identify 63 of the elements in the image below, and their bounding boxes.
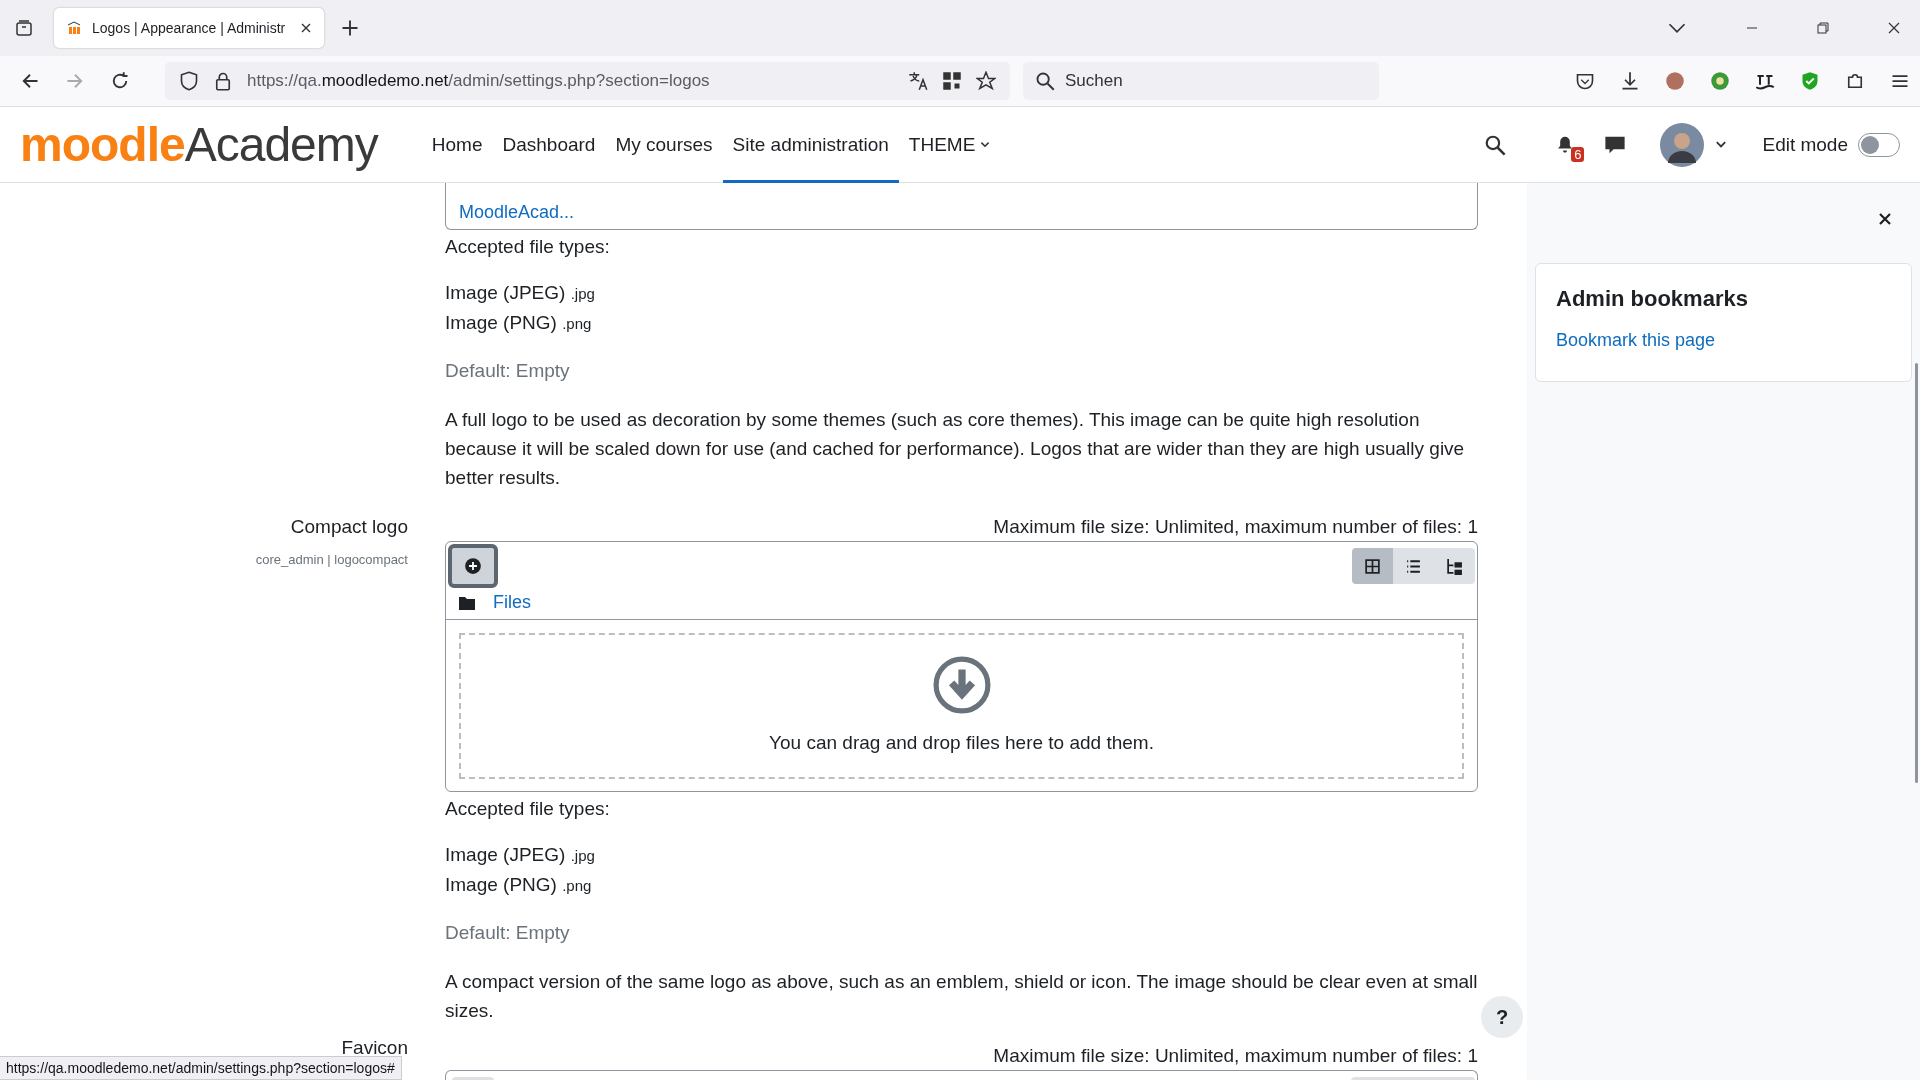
drop-hint-text: You can drag and drop files here to add them. <box>769 730 1154 755</box>
edit-mode-toggle[interactable] <box>1858 132 1900 157</box>
shield-icon[interactable] <box>179 71 199 91</box>
url-text[interactable]: https://qa.moodledemo.net/admin/settings.php?section=logos <box>247 71 710 91</box>
accepted-types-label: Accepted file types: <box>445 797 611 821</box>
nav-dropdown[interactable]: THEME <box>898 106 1002 183</box>
tree-view-button[interactable] <box>1434 548 1475 584</box>
edit-mode-label: Edit mode <box>1762 133 1848 156</box>
address-bar[interactable]: https://qa.moodledemo.net/admin/settings.php?section=logos <box>165 62 1010 100</box>
reload-icon[interactable] <box>110 71 130 91</box>
accepted-types-label: Accepted file types: <box>445 235 611 259</box>
new-tab-icon[interactable] <box>340 18 360 38</box>
restore-icon[interactable] <box>1815 20 1831 36</box>
file-type-text: Image (PNG) .png <box>445 873 593 897</box>
nav-link[interactable]: My courses <box>605 106 723 183</box>
nav-link[interactable]: Dashboard <box>492 106 606 183</box>
setting-code: core_admin | logocompact <box>254 552 408 567</box>
bookmark-link[interactable]: Bookmark this page <box>1556 330 1716 350</box>
notification-count: 6 <box>1571 146 1585 162</box>
nav-link[interactable]: Home <box>421 106 493 183</box>
file-type-text: Image (PNG) .png <box>445 311 593 335</box>
download-icon[interactable] <box>1620 71 1640 91</box>
file-type-text: Image (JPEG) .jpg <box>445 281 596 305</box>
star-icon[interactable] <box>976 71 996 91</box>
back-icon[interactable] <box>20 71 40 91</box>
status-url: https://qa.moodledemo.net/admin/settings.php?section=logos# <box>0 1056 402 1080</box>
list-view-button[interactable] <box>1393 548 1434 584</box>
nav-link[interactable]: Site administration <box>722 106 899 183</box>
translate-icon[interactable] <box>908 71 928 91</box>
search-icon[interactable] <box>1484 133 1507 156</box>
close-icon[interactable] <box>300 22 312 34</box>
pocket-icon[interactable] <box>1575 71 1595 91</box>
lock-icon[interactable] <box>213 71 233 91</box>
qr-code-icon[interactable] <box>942 71 962 91</box>
file-link[interactable]: MoodleAcad... <box>459 202 575 223</box>
setting-label: Compact logo <box>289 515 408 539</box>
scrollbar[interactable] <box>1915 363 1918 783</box>
setting-description: A full logo to be used as decoration by some themes (such as core themes). This image can be quite high resolution because it will be scaled down for use (and cached for performance). Logos that are wider than they are high usually give better results. <box>445 408 1466 490</box>
files-link[interactable]: Files <box>493 592 531 613</box>
grid-icon <box>1364 557 1381 575</box>
plus-icon <box>464 557 482 575</box>
close-icon[interactable] <box>1886 20 1902 36</box>
site-logo[interactable]: moodleAcademy <box>20 120 378 169</box>
search-field[interactable]: Suchen <box>1023 62 1379 100</box>
drop-zone[interactable]: You can drag and drop files here to add them. <box>459 633 1464 779</box>
grid-view-button[interactable] <box>1352 548 1393 584</box>
setting-description: A compact version of the same logo as above, such as an emblem, shield or icon. The image should be clear even at small sizes. <box>445 970 1478 1023</box>
avatar[interactable] <box>1660 122 1705 167</box>
tab-list-icon[interactable] <box>14 18 34 38</box>
folder-icon <box>459 595 475 610</box>
search-icon <box>1035 71 1055 91</box>
tree-icon <box>1446 557 1463 575</box>
close-icon[interactable] <box>1877 211 1893 227</box>
default-value-text: Default: Empty <box>445 359 571 383</box>
file-type-text: Image (JPEG) .jpg <box>445 843 596 867</box>
list-icon <box>1405 557 1422 575</box>
card-title: Admin bookmarks <box>1556 286 1749 312</box>
help-button[interactable]: ? <box>1481 996 1523 1038</box>
default-value-text: Default: Empty <box>445 921 571 945</box>
file-limit-text: Maximum file size: Unlimited, maximum number of files: 1 <box>992 1044 1478 1068</box>
browser-tab[interactable]: Logos | Appearance | Administr <box>54 8 324 48</box>
file-limit-text: Maximum file size: Unlimited, maximum number of files: 1 <box>992 515 1478 539</box>
add-file-button[interactable] <box>448 544 498 588</box>
